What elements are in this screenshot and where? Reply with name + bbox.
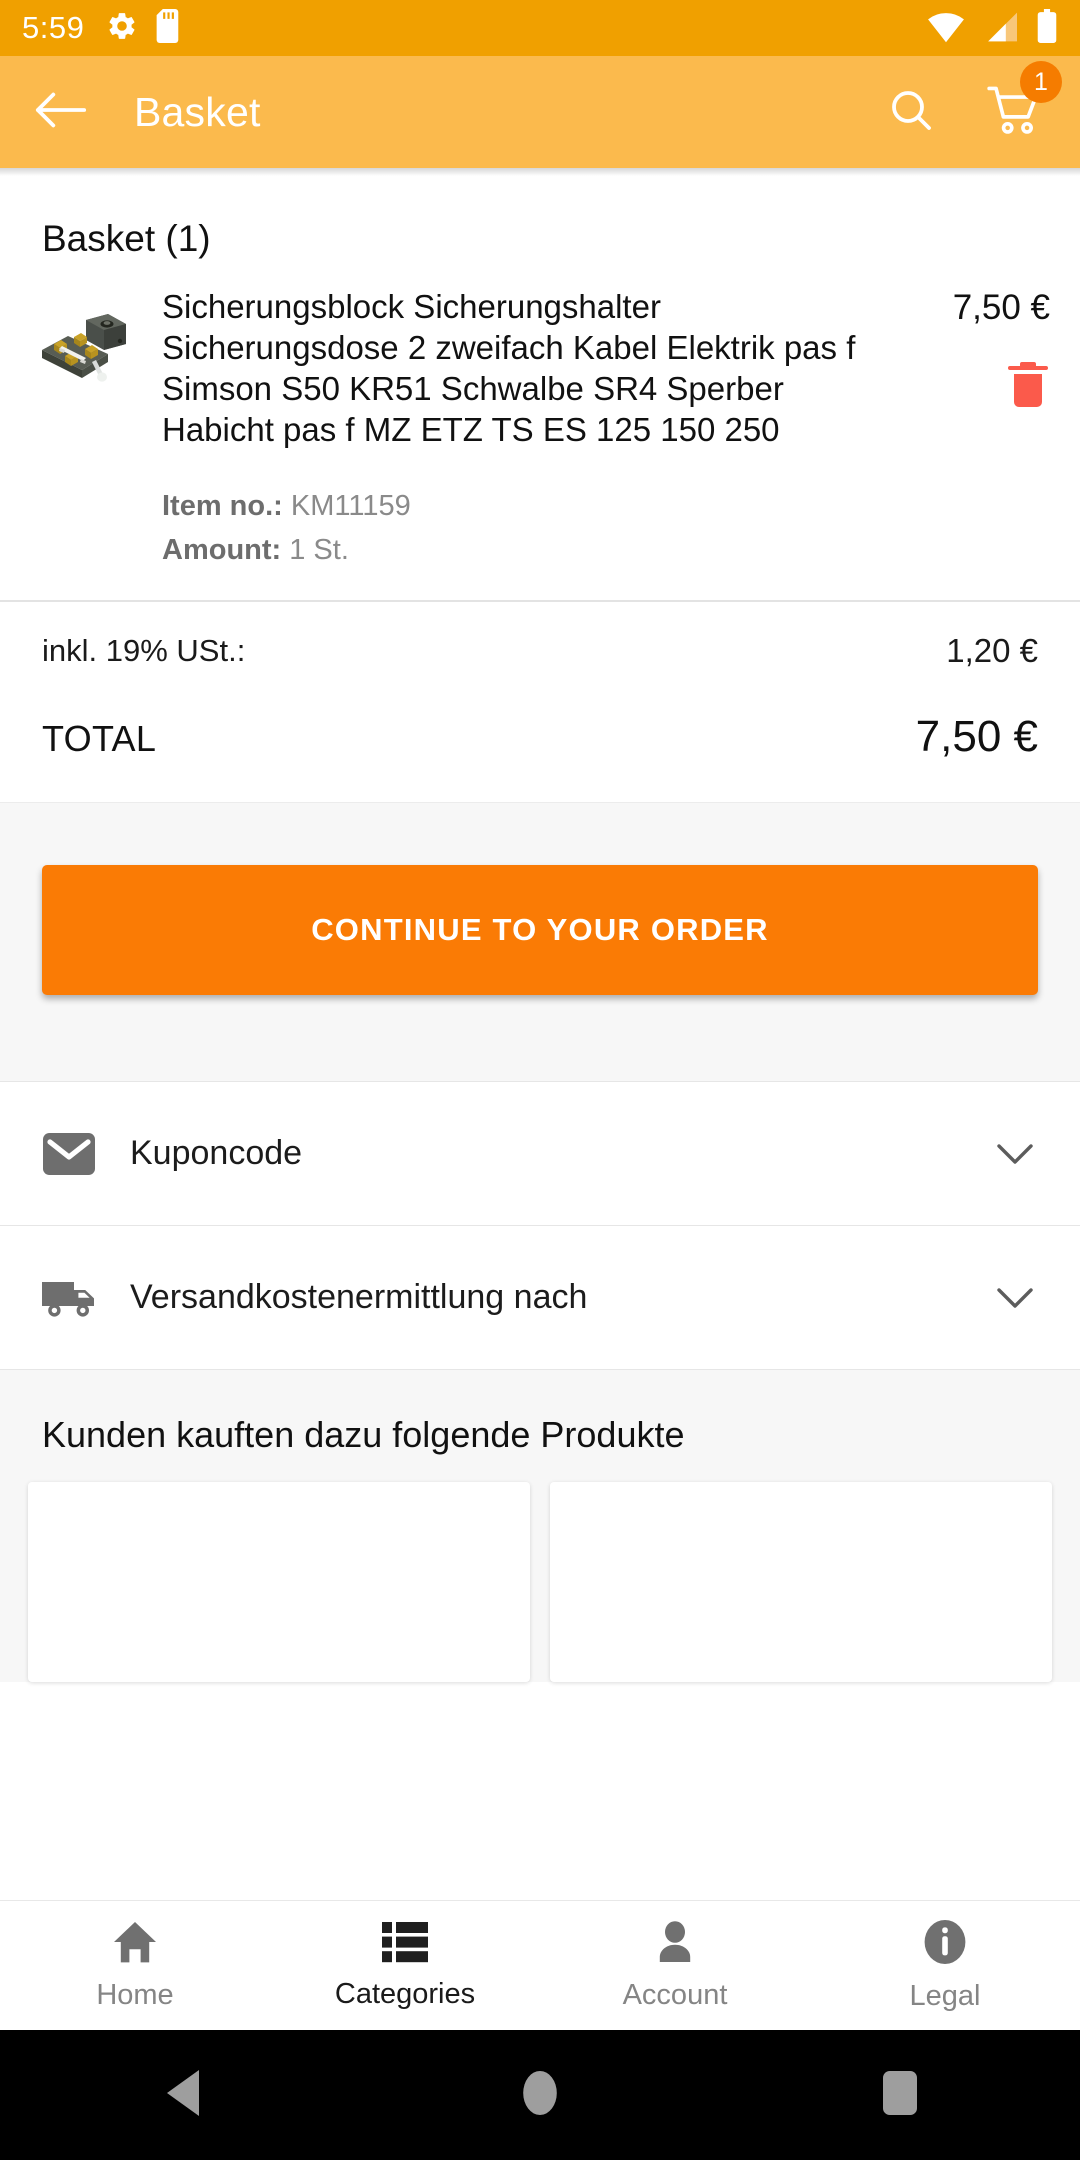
- total-label: TOTAL: [42, 718, 157, 759]
- wifi-icon: [926, 11, 966, 48]
- accordion-shipping[interactable]: Versandkostenermittlung nach: [0, 1225, 1080, 1369]
- continue-to-order-button[interactable]: CONTINUE TO YOUR ORDER: [42, 865, 1038, 995]
- chevron-down-icon[interactable]: [992, 1141, 1038, 1167]
- app-bar-shadow: [0, 168, 1080, 176]
- amount-value: 1 St.: [289, 534, 349, 566]
- status-bar-system-icons: [926, 8, 1058, 48]
- trash-icon: [1006, 362, 1050, 412]
- recommendations-title: Kunden kauften dazu folgende Produkte: [42, 1414, 685, 1455]
- nav-item-categories-label: Categories: [334, 1977, 476, 2010]
- tax-value: 1,20 €: [946, 632, 1038, 669]
- battery-icon: [1036, 8, 1058, 48]
- product-name[interactable]: Sicherungsblock Sicherungshalter Sicheru…: [162, 286, 864, 450]
- chevron-down-icon[interactable]: [992, 1285, 1038, 1311]
- item-no-line: Item no.: KM11159: [162, 484, 864, 528]
- product-price-actions: 7,50 €: [880, 278, 1050, 572]
- amount-label: Amount:: [162, 534, 282, 566]
- total-row: TOTAL 7,50 €: [0, 670, 1080, 802]
- recommendation-card[interactable]: [550, 1482, 1052, 1682]
- amount-line: Amount: 1 St.: [162, 528, 864, 572]
- system-recents-icon: [883, 2070, 917, 2120]
- product-info: Sicherungsblock Sicherungshalter Sicheru…: [146, 278, 880, 572]
- accordion-shipping-label: Versandkostenermittlung nach: [130, 1278, 588, 1316]
- categories-icon: [382, 1921, 428, 1968]
- nav-item-account[interactable]: Account: [540, 1901, 810, 2030]
- nav-item-categories[interactable]: Categories: [270, 1901, 540, 2030]
- recommendations-grid: [0, 1482, 1080, 1682]
- bottom-navigation: Home Categories Account Legal: [0, 1900, 1080, 2030]
- system-back-button[interactable]: [120, 2035, 240, 2155]
- system-navigation-bar: [0, 2030, 1080, 2160]
- recommendation-card[interactable]: [28, 1482, 530, 1682]
- basket-item-row[interactable]: Sicherungsblock Sicherungshalter Sicheru…: [0, 278, 1080, 572]
- tax-row: inkl. 19% USt.: 1,20 €: [0, 602, 1080, 670]
- checkout-panel: CONTINUE TO YOUR ORDER: [0, 802, 1080, 1081]
- app-screen: 5:59 Basket 1 Basket (1) Sicherungsblock…: [0, 0, 1080, 2160]
- item-no-label: Item no.:: [162, 490, 283, 522]
- nav-item-account-label: Account: [622, 1978, 728, 2011]
- search-icon: [887, 86, 935, 139]
- truck-icon: [42, 1276, 100, 1320]
- gear-icon: [106, 10, 138, 47]
- mail-icon: [42, 1132, 100, 1176]
- product-meta: Item no.: KM11159 Amount: 1 St.: [162, 484, 864, 572]
- system-back-icon: [159, 2069, 201, 2121]
- nav-item-home-label: Home: [96, 1978, 174, 2011]
- status-bar-notification-icons: [106, 8, 182, 48]
- tax-label: inkl. 19% USt.:: [42, 633, 246, 668]
- account-icon: [653, 1920, 697, 1969]
- system-home-icon: [522, 2070, 558, 2121]
- cart-badge: 1: [1020, 61, 1062, 103]
- nav-item-legal-label: Legal: [909, 1979, 981, 2012]
- info-icon: [922, 1919, 968, 1970]
- sd-card-icon: [156, 8, 182, 48]
- status-bar-clock: 5:59: [22, 10, 85, 45]
- total-value: 7,50 €: [915, 712, 1038, 761]
- cart-button[interactable]: 1: [980, 61, 1062, 147]
- delete-item-button[interactable]: [1006, 360, 1050, 413]
- accordion-kuponcode-label: Kuponcode: [130, 1134, 303, 1172]
- back-button[interactable]: [30, 81, 92, 143]
- app-bar: Basket 1: [0, 56, 1080, 168]
- basket-content: Basket (1) Sicherungsblock Sicherungshal…: [0, 176, 1080, 1900]
- status-bar: 5:59: [0, 0, 1080, 56]
- home-icon: [112, 1920, 158, 1969]
- product-price: 7,50 €: [952, 288, 1050, 327]
- basket-heading: Basket (1): [42, 218, 211, 259]
- nav-item-legal[interactable]: Legal: [810, 1901, 1080, 2030]
- system-home-button[interactable]: [480, 2035, 600, 2155]
- search-button[interactable]: [876, 77, 946, 147]
- item-no-value: KM11159: [290, 490, 411, 522]
- system-recents-button[interactable]: [840, 2035, 960, 2155]
- accordion-kuponcode[interactable]: Kuponcode: [0, 1081, 1080, 1225]
- recommendations-section: Kunden kauften dazu folgende Produkte: [0, 1369, 1080, 1682]
- nav-item-home[interactable]: Home: [0, 1901, 270, 2030]
- back-arrow-icon: [34, 88, 88, 137]
- product-thumbnail[interactable]: [30, 278, 146, 572]
- cellular-signal-icon: [982, 11, 1020, 48]
- page-title: Basket: [134, 88, 261, 135]
